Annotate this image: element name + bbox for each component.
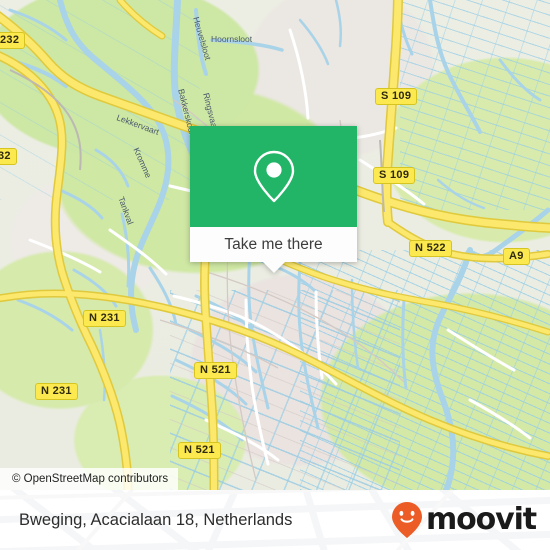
page-title: Bweging, Acacialaan 18, Netherlands bbox=[19, 510, 293, 529]
water-label: Hoornsloot bbox=[211, 34, 253, 44]
road-shield: N 521 bbox=[178, 442, 221, 459]
road-shield: S 109 bbox=[373, 167, 416, 184]
footer-bar: Bweging, Acacialaan 18, Netherlands moov… bbox=[0, 490, 550, 550]
road-shield: N 521 bbox=[194, 362, 237, 379]
callout-tail bbox=[262, 262, 285, 273]
moovit-smiley-pin-icon bbox=[391, 502, 422, 538]
location-callout-card: Take me there bbox=[190, 126, 357, 273]
moovit-map-screenshot: Heuvelsloot Hoornsloot Bakkerskocht Ring… bbox=[0, 0, 550, 550]
map-pin-icon bbox=[253, 150, 294, 202]
card-pin-area bbox=[190, 126, 357, 227]
road-shield: N 231 bbox=[83, 310, 126, 327]
road-shield: 32 bbox=[0, 148, 17, 165]
osm-attribution[interactable]: © OpenStreetMap contributors bbox=[0, 468, 179, 490]
moovit-logo[interactable]: moovit bbox=[389, 500, 537, 540]
take-me-there-button[interactable]: Take me there bbox=[190, 227, 357, 262]
road-shield: A9 bbox=[503, 248, 530, 265]
road-shield: S 109 bbox=[375, 88, 418, 105]
road-shield: N 522 bbox=[409, 240, 452, 257]
road-shield: 232 bbox=[0, 32, 26, 49]
moovit-wordmark: moovit bbox=[425, 502, 537, 537]
road-shield: N 231 bbox=[35, 383, 78, 400]
